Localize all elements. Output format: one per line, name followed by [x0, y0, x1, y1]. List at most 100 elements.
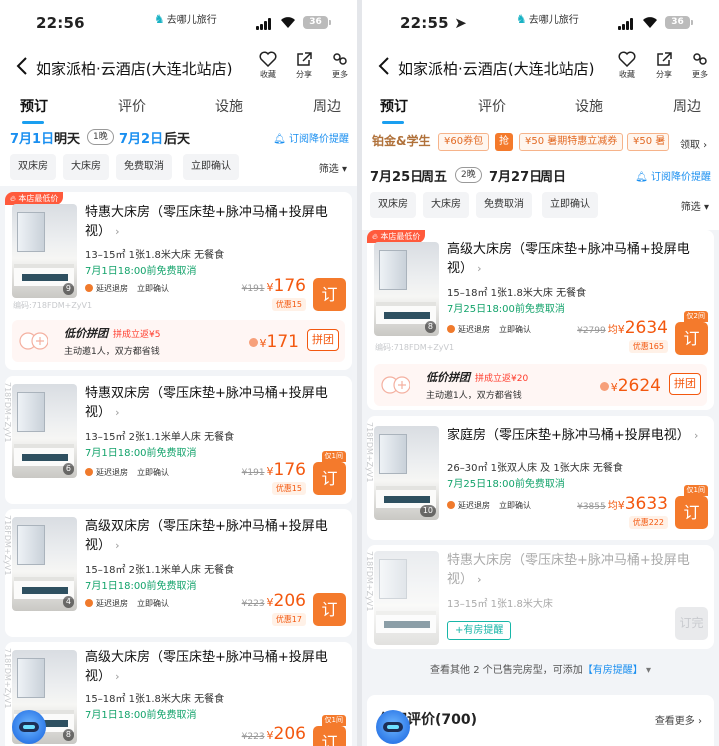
current-price: 206: [273, 591, 306, 611]
tab-bar: 预订 评价 设施 周边: [0, 92, 357, 126]
left-screen: 22:56 ♞ 去哪儿旅行 36 如家派柏·云酒店(大连北站店) 收藏 分享 更多…: [0, 0, 357, 746]
filter-double[interactable]: 大床房: [423, 192, 469, 218]
current-price: 206: [273, 724, 306, 744]
room-photo[interactable]: [374, 551, 439, 645]
claim-link[interactable]: 领取 ›: [680, 136, 707, 151]
tab-reviews[interactable]: 评价: [478, 96, 506, 116]
tab-booking[interactable]: 预订: [20, 96, 48, 116]
book-button[interactable]: 仅1间订: [675, 485, 708, 529]
date-selector[interactable]: 7月25日 周五 2晚 7月27日 周日 🔔︎ 订阅降价提醒: [362, 164, 719, 190]
book-button[interactable]: 仅1间订: [313, 451, 346, 495]
group-buy-button[interactable]: 拼团: [307, 329, 339, 351]
grab-coupon-button[interactable]: 抢: [495, 133, 513, 151]
assistant-robot-icon[interactable]: [376, 710, 410, 744]
nights-badge: 1晚: [87, 129, 114, 145]
favorite-button[interactable]: 收藏: [612, 51, 642, 80]
group-buy-button[interactable]: 拼团: [669, 373, 701, 395]
room-name-text: 特惠双床房（零压床垫+脉冲马桶+投屏电视）: [85, 386, 328, 420]
view-more-link[interactable]: 查看更多 ›: [655, 712, 702, 727]
photo-code-watermark: 718FDM+ZyV1: [3, 648, 12, 709]
room-card-sold-out[interactable]: 718FDM+ZyV1 特惠大床房（零压床垫+脉冲马桶+投屏电视） › 13–1…: [365, 545, 714, 649]
room-info: 15–18㎡ 1张1.8米大床 无餐食: [85, 694, 225, 705]
filter-free-cancel[interactable]: 免费取消: [476, 192, 532, 218]
room-alert-link[interactable]: 【有房提醒】: [583, 665, 643, 676]
room-card[interactable]: 718FDM+ZyV1 10 家庭房（零压床垫+脉冲马桶+投屏电视） › 26–…: [365, 416, 714, 540]
book-button[interactable]: 订: [313, 593, 346, 626]
promo-bar[interactable]: 铂金&学生 ¥60券包 抢 ¥50 暑期特惠立减券 ¥50 暑 领取 ›: [362, 128, 719, 158]
room-name: 家庭房（零压床垫+脉冲马桶+投屏电视） ›: [447, 428, 699, 443]
room-tags: 延迟退房 立即确认: [85, 283, 178, 294]
room-photo[interactable]: 4: [12, 517, 77, 611]
tab-nearby[interactable]: 周边: [313, 96, 341, 116]
location-arrow-icon: ➤: [454, 14, 467, 32]
free-cancel-text: 7月1日18:00前免费取消: [85, 581, 197, 592]
chevron-right-icon: ›: [693, 429, 699, 442]
room-photo[interactable]: 10: [374, 426, 439, 520]
sold-out-tip[interactable]: 查看其他 2 个已售完房型，可添加【有房提醒】 ▾: [362, 661, 719, 676]
tab-facilities[interactable]: 设施: [215, 96, 243, 116]
room-photo[interactable]: 8: [374, 242, 439, 336]
room-tags: 延迟退房 立即确认: [85, 598, 178, 609]
tab-facilities[interactable]: 设施: [575, 96, 603, 116]
original-price: ¥223: [241, 599, 265, 609]
rooms-left-badge: 仅1间: [683, 485, 708, 496]
active-tab-indicator: [22, 121, 44, 124]
group-buy-row[interactable]: 低价拼团 拼成立返¥5 主动邀1人，双方都省钱 ¥171 拼团: [12, 320, 345, 362]
more-button[interactable]: 更多: [685, 51, 715, 80]
room-card[interactable]: 718FDM+ZyV1 6 特惠双床房（零压床垫+脉冲马桶+投屏电视） › 13…: [3, 376, 352, 504]
book-button[interactable]: 订: [313, 278, 346, 311]
share-button[interactable]: 分享: [649, 51, 679, 80]
more-label: 更多: [332, 70, 348, 79]
wifi-icon: [643, 17, 657, 28]
sift-button[interactable]: 筛选 ▾: [681, 198, 709, 213]
favorite-button[interactable]: 收藏: [253, 51, 283, 80]
more-button[interactable]: 更多: [325, 51, 355, 80]
room-photo[interactable]: 6: [12, 384, 77, 478]
room-photo[interactable]: 9: [12, 204, 77, 298]
book-button[interactable]: 仅2间订: [675, 311, 708, 355]
heart-icon: [618, 51, 636, 67]
sift-button[interactable]: 筛选 ▾: [319, 160, 347, 175]
room-info: 13–15㎡ 2张1.1米单人床 无餐食: [85, 432, 235, 443]
chevron-right-icon: ›: [115, 406, 120, 419]
group-buy-row[interactable]: 低价拼团 拼成立返¥20 主动邀1人，双方都省钱 ¥2624 拼团: [374, 364, 707, 406]
header-area: 22:55 ➤ ♞ 去哪儿旅行 36 如家派柏·云酒店(大连北站店) 收藏 分享 …: [362, 0, 719, 230]
room-info: 13–15㎡ 1张1.8米大床 无餐食: [85, 250, 225, 261]
back-icon[interactable]: [12, 54, 34, 78]
summer-coupon[interactable]: ¥50 暑期特惠立减券: [519, 133, 624, 151]
filter-instant-confirm[interactable]: 立即确认: [542, 192, 598, 218]
book-button[interactable]: 仅1间订: [313, 715, 346, 746]
price-alert-link[interactable]: 🔔︎ 订阅降价提醒: [635, 168, 711, 183]
share-label: 分享: [296, 70, 312, 79]
room-price: ¥191 ¥176: [241, 276, 306, 296]
filter-free-cancel[interactable]: 免费取消: [116, 154, 172, 180]
room-card[interactable]: 718FDM+ZyV1 8 高级大床房（零压床垫+脉冲马桶+投屏电视） › 15…: [3, 642, 352, 746]
coupon-pack[interactable]: ¥60券包: [438, 133, 490, 151]
date-selector[interactable]: 7月1日 明天 1晚 7月2日 后天 🔔︎ 订阅降价提醒: [0, 126, 357, 154]
chevron-right-icon: ›: [115, 539, 120, 552]
free-cancel-text: 7月25日18:00前免费取消: [447, 479, 565, 490]
instant-confirm-tag: 立即确认: [499, 501, 531, 510]
summer-coupon-2[interactable]: ¥50 暑: [627, 133, 669, 151]
filter-twin[interactable]: 双床房: [10, 154, 56, 180]
checkin-date: 7月25日: [370, 170, 424, 185]
share-button[interactable]: 分享: [289, 51, 319, 80]
price-alert-link[interactable]: 🔔︎ 订阅降价提醒: [273, 130, 349, 145]
status-time: 22:56: [36, 14, 85, 32]
tab-nearby[interactable]: 周边: [673, 96, 701, 116]
assistant-robot-icon[interactable]: [12, 710, 46, 744]
filter-instant-confirm[interactable]: 立即确认: [183, 154, 239, 180]
room-card[interactable]: 718FDM+ZyV1 4 高级双床房（零压床垫+脉冲马桶+投屏电视） › 15…: [3, 509, 352, 637]
more-icon: [333, 53, 347, 65]
room-name-text: 特惠大床房（零压床垫+脉冲马桶+投屏电视）: [85, 205, 328, 239]
room-card[interactable]: 🔥︎ 本店最低价 9 编码:718FDM+ZyV1 特惠大床房（零压床垫+脉冲马…: [5, 192, 352, 370]
filter-twin[interactable]: 双床房: [370, 192, 416, 218]
room-alert-button[interactable]: +有房提醒: [447, 621, 512, 640]
tab-reviews[interactable]: 评价: [118, 96, 146, 116]
tab-booking[interactable]: 预订: [380, 96, 408, 116]
room-name: 特惠大床房（零压床垫+脉冲马桶+投屏电视） ›: [447, 553, 690, 587]
back-icon[interactable]: [374, 54, 396, 78]
room-card[interactable]: 🔥︎ 本店最低价 8 编码:718FDM+ZyV1 高级大床房（零压床垫+脉冲马…: [367, 230, 714, 410]
room-name: 高级双床房（零压床垫+脉冲马桶+投屏电视） ›: [85, 517, 343, 555]
filter-double[interactable]: 大床房: [63, 154, 109, 180]
